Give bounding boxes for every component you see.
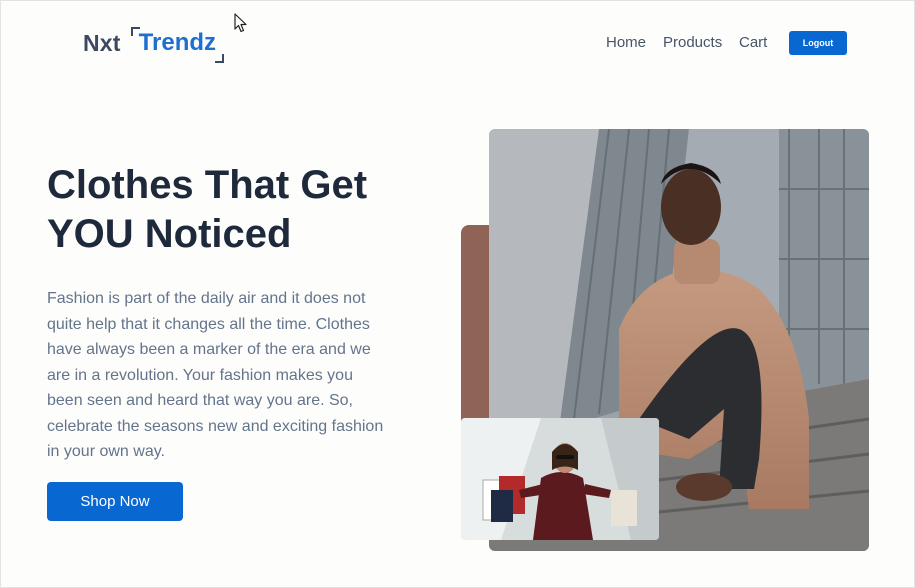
logout-button[interactable]: Logout [789, 31, 847, 55]
site-logo[interactable]: Nxt Trendz [83, 23, 225, 63]
logo-bracket-bottom-right [215, 54, 225, 63]
hero-heading-line1: Clothes That Get [47, 163, 368, 207]
nav-link-cart[interactable]: Cart [739, 34, 767, 51]
mouse-pointer-icon [234, 13, 248, 33]
logo-brand-box: Trendz [130, 27, 225, 63]
hero-description: Fashion is part of the daily air and it … [47, 290, 384, 460]
logo-brand: Trendz [138, 29, 217, 56]
logo-bracket-top-left [130, 27, 140, 36]
hero-heading: Clothes That Get YOU Noticed [47, 161, 427, 259]
hero-heading-line2: YOU Noticed [47, 212, 292, 256]
navbar: Nxt Trendz Home Products Cart Logout [1, 1, 915, 85]
hero-secondary-image [461, 418, 659, 540]
nav-link-home[interactable]: Home [606, 34, 646, 51]
nav-link-products[interactable]: Products [663, 34, 722, 51]
shop-now-button[interactable]: Shop Now [47, 482, 183, 521]
logo-prefix: Nxt [83, 29, 121, 56]
